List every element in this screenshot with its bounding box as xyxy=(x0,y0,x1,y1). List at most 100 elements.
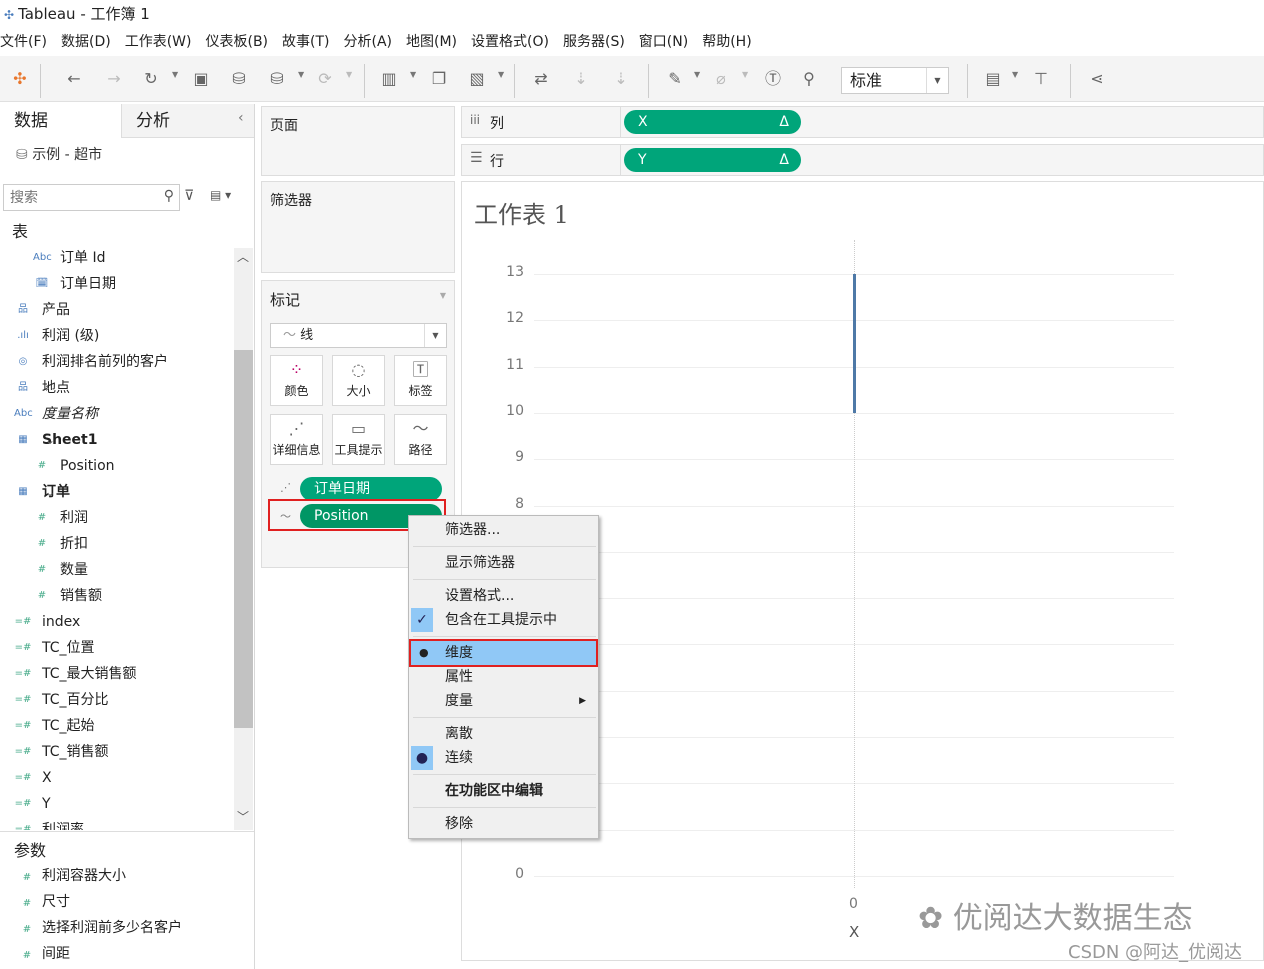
fix-axes-icon[interactable]: ⚲ xyxy=(798,68,820,90)
field-item[interactable]: .ılı 利润 (级) xyxy=(17,324,99,348)
refresh-icon[interactable]: ⟳ xyxy=(314,68,336,90)
menu-item[interactable]: 设置格式... xyxy=(409,584,598,608)
field-item[interactable]: Abc 度量名称 xyxy=(14,402,98,426)
menu-item[interactable]: 故事(T) xyxy=(282,28,329,56)
columns-pill-x[interactable]: XΔ xyxy=(624,110,801,134)
field-item[interactable]: › 品产品 xyxy=(18,298,70,322)
share-icon[interactable]: ⋖ xyxy=(1086,68,1108,90)
marks-tooltip-button[interactable]: ▭ 工具提示 xyxy=(332,414,385,465)
field-item[interactable]: =# X xyxy=(15,766,52,790)
field-item[interactable]: # 折扣 xyxy=(38,532,88,556)
search-field[interactable]: ⚲ xyxy=(3,184,180,211)
parameter-item[interactable]: # 选择利润前多少名客户 xyxy=(18,916,182,940)
menu-item[interactable]: 离散 xyxy=(409,722,598,746)
marks-pill[interactable]: 订单日期 xyxy=(300,477,442,501)
chevron-down-icon[interactable]: ▼ xyxy=(926,68,948,93)
parameter-item[interactable]: # 利润容器大小 xyxy=(18,864,126,888)
field-item[interactable]: =# TC_销售额 xyxy=(15,740,109,764)
series-line[interactable] xyxy=(853,274,856,413)
scrollbar-thumb[interactable] xyxy=(234,350,253,728)
field-item[interactable]: =# Y xyxy=(15,792,51,816)
tab-data[interactable]: 数据 xyxy=(0,104,120,138)
field-section-heading[interactable]: 表 xyxy=(12,220,28,244)
menu-item[interactable]: 服务器(S) xyxy=(563,28,625,56)
marks-label-button[interactable]: 🅃 标签 xyxy=(394,355,447,406)
pause-updates-icon[interactable]: ⛁ xyxy=(266,68,288,90)
show-mark-labels-icon[interactable]: Ⓣ xyxy=(762,68,784,90)
field-item[interactable]: =# TC_起始 xyxy=(15,714,95,738)
field-item[interactable]: =# TC_最大销售额 xyxy=(15,662,137,686)
field-item[interactable]: ⌄ ▦ 订单 xyxy=(18,480,70,504)
field-item[interactable]: # Position xyxy=(38,454,115,478)
search-input[interactable] xyxy=(4,185,154,209)
filters-card[interactable]: 筛选器 xyxy=(261,181,455,273)
replay-icon[interactable]: ↻ xyxy=(140,68,162,90)
field-item[interactable]: Abc 订单 Id xyxy=(33,246,105,270)
redo-icon[interactable]: → xyxy=(103,68,125,90)
menu-item[interactable]: 数据(D) xyxy=(61,28,111,56)
field-item[interactable]: =# TC_位置 xyxy=(15,636,95,660)
field-item[interactable]: ⌄ ▦ Sheet1 xyxy=(18,428,97,452)
menu-item[interactable]: 设置格式(O) xyxy=(471,28,549,56)
mark-type-dropdown[interactable]: 〜 线 ▼ xyxy=(270,323,447,348)
field-item[interactable]: # 数量 xyxy=(38,558,88,582)
sort-descending-icon[interactable]: ⇣ xyxy=(610,68,632,90)
highlight-icon[interactable]: ✎ xyxy=(664,68,686,90)
presentation-mode-icon[interactable]: ⊤ xyxy=(1030,68,1052,90)
scroll-down-icon[interactable]: ﹀ xyxy=(237,808,249,825)
pages-card[interactable]: 页面 xyxy=(261,106,455,176)
scrollbar[interactable]: ︿ ﹀ xyxy=(234,248,253,830)
marks-detail-button[interactable]: ⋰ 详细信息 xyxy=(270,414,323,465)
undo-icon[interactable]: ← xyxy=(63,68,85,90)
field-item[interactable]: 🗓 订单日期 xyxy=(36,272,116,296)
menu-item[interactable]: 在功能区中编辑 xyxy=(409,779,598,803)
scroll-up-icon[interactable]: ︿ xyxy=(237,248,249,265)
menu-item[interactable]: 分析(A) xyxy=(344,28,393,56)
new-datasource-icon[interactable]: ⛁ xyxy=(228,68,250,90)
expand-icon[interactable]: › xyxy=(45,298,50,322)
menu-item[interactable]: 窗口(N) xyxy=(639,28,688,56)
parameter-item[interactable]: # 间距 xyxy=(18,942,70,966)
menu-item[interactable]: ● 维度 xyxy=(409,639,598,667)
tab-analysis[interactable]: 分析 xyxy=(121,104,254,138)
field-item[interactable]: ◎ 利润排名前列的客户 xyxy=(19,350,168,374)
menu-item[interactable]: 显示筛选器 xyxy=(409,551,598,575)
menu-item[interactable]: 筛选器... xyxy=(409,518,598,542)
marks-color-button[interactable]: ⁘ 颜色 xyxy=(270,355,323,406)
marks-size-button[interactable]: ◌ 大小 xyxy=(332,355,385,406)
expand-icon[interactable]: ⌄ xyxy=(45,428,55,452)
menu-item[interactable]: 移除 xyxy=(409,812,598,836)
parameter-item[interactable]: # 尺寸 xyxy=(18,890,70,914)
menu-item[interactable]: 度量 ▶ xyxy=(409,689,598,713)
field-item[interactable]: # 销售额 xyxy=(38,584,102,608)
save-icon[interactable]: ▣ xyxy=(190,68,212,90)
view-options-icon[interactable]: ▤ ▾ xyxy=(210,188,231,202)
marks-menu-icon[interactable]: ▼ xyxy=(440,291,446,300)
filter-icon[interactable]: ⊽ xyxy=(184,188,194,204)
field-item[interactable]: # 利润 xyxy=(38,506,88,530)
field-item[interactable]: =# index xyxy=(15,610,81,634)
sort-ascending-icon[interactable]: ⇣ xyxy=(570,68,592,90)
expand-icon[interactable]: ⌄ xyxy=(45,480,55,504)
tableau-logo-icon[interactable]: ✣ xyxy=(9,68,31,90)
menu-item[interactable]: 地图(M) xyxy=(406,28,457,56)
expand-icon[interactable]: › xyxy=(45,376,50,400)
menu-item[interactable]: ● 连续 xyxy=(409,746,598,770)
show-me-cards-icon[interactable]: ▤ xyxy=(982,68,1004,90)
field-item[interactable]: =# TC_百分比 xyxy=(15,688,109,712)
rows-shelf[interactable]: ☰ 行 YΔ xyxy=(461,144,1264,176)
columns-shelf[interactable]: iii 列 XΔ xyxy=(461,106,1264,138)
menu-item[interactable]: ✓ 包含在工具提示中 xyxy=(409,608,598,632)
field-item[interactable]: › 品地点 xyxy=(18,376,70,400)
group-members-icon[interactable]: ⌀ xyxy=(710,68,732,90)
duplicate-sheet-icon[interactable]: ❐ xyxy=(428,68,450,90)
marks-path-button[interactable]: 〜路径 xyxy=(394,414,447,465)
menu-item[interactable]: 文件(F) xyxy=(0,28,47,56)
menu-item[interactable]: 属性 xyxy=(409,665,598,689)
swap-rows-columns-icon[interactable]: ⇄ xyxy=(530,68,552,90)
clear-sheet-icon[interactable]: ▧ xyxy=(466,68,488,90)
fit-dropdown[interactable]: 标准 ▼ xyxy=(841,67,949,94)
menu-item[interactable]: 工作表(W) xyxy=(125,28,192,56)
collapse-pane-icon[interactable]: ‹ xyxy=(238,110,244,126)
menu-item[interactable]: 帮助(H) xyxy=(702,28,751,56)
